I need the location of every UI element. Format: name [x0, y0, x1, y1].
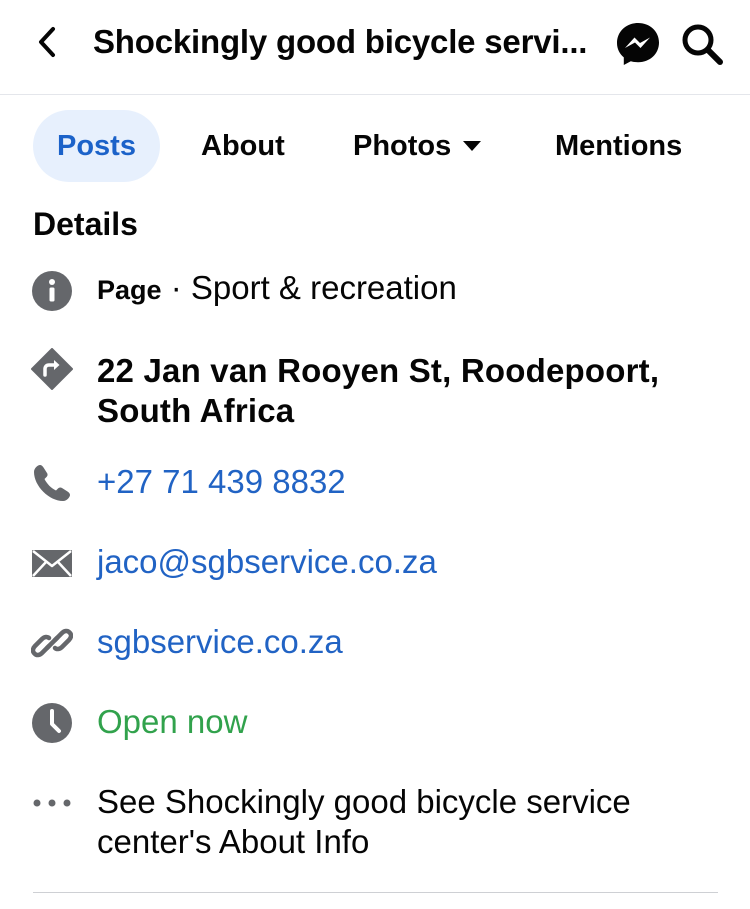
tab-label: Photos [353, 130, 452, 162]
tab-label: Mentions [555, 130, 683, 162]
category-prefix: Page [97, 275, 162, 305]
directions-icon [31, 348, 73, 390]
more-dots-icon [33, 799, 71, 807]
tab-posts[interactable]: Posts [33, 110, 160, 182]
tab-photos[interactable]: Photos [353, 110, 482, 182]
tab-label: Posts [57, 130, 136, 162]
category-text: Page · Sport & recreation [97, 268, 697, 310]
tab-mentions[interactable]: Mentions [555, 110, 682, 182]
tab-about[interactable]: About [201, 110, 285, 182]
tab-label: About [201, 130, 285, 162]
phone-link[interactable]: +27 71 439 8832 [97, 462, 697, 502]
email-link[interactable]: jaco@sgbservice.co.za [97, 542, 697, 582]
see-about-text: See Shockingly good bicycle service cent… [97, 783, 631, 860]
address-text: 22 Jan van Rooyen St, Roodepoort, South … [97, 352, 660, 429]
page-title: Shockingly good bicycle servi... [93, 23, 588, 60]
tab-bar: Posts About Photos Mentions [0, 110, 750, 182]
phone-icon [34, 465, 70, 501]
details-heading: Details [33, 206, 138, 242]
clock-icon [32, 703, 72, 743]
category-separator: · [161, 269, 191, 306]
top-bar: Shockingly good bicycle servi... [0, 0, 750, 95]
messenger-icon[interactable] [614, 20, 662, 68]
envelope-icon [32, 550, 72, 577]
search-icon[interactable] [680, 22, 724, 66]
category-value: Sport & recreation [190, 269, 457, 306]
link-icon [31, 628, 73, 658]
website-link[interactable]: sgbservice.co.za [97, 622, 697, 662]
divider [33, 892, 718, 893]
caret-down-icon [463, 141, 482, 151]
hours-status: Open now [97, 703, 248, 740]
chevron-left-icon[interactable] [30, 24, 66, 60]
info-icon [32, 271, 72, 311]
